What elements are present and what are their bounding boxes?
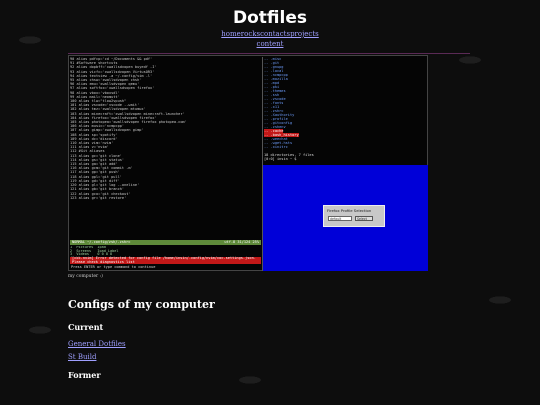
dialog-title: Firefox Profile Selection [327, 208, 372, 213]
page-heading: Configs of my computer [68, 298, 215, 311]
statusline-mode: NORMAL ~/.config/zsh/.zshrc [72, 240, 131, 244]
nav-contacts-link[interactable]: contacts [260, 30, 290, 38]
shell-prompt: [0:0] insin ~ $ [264, 157, 297, 161]
general-dotfiles-link[interactable]: General Dotfiles [68, 340, 126, 348]
select-button-label: Select [357, 217, 367, 221]
nav-content-link[interactable]: content [257, 40, 284, 48]
header-divider [68, 53, 470, 54]
profile-select-value: default [330, 217, 342, 221]
nav-home-link[interactable]: home [221, 30, 241, 38]
right-terminal-tree: -- .misc -- .git -- .gnupg -- .local -- .ncm… [264, 57, 427, 163]
left-terminal-editor: 90 alias pdfcp='cd ~/Documents && pdf' 91… [70, 57, 261, 239]
statusline-position: utf-8 31/124 25% [224, 240, 259, 244]
editor-statusline: NORMAL ~/.config/zsh/.zshrc utf-8 31/124… [70, 240, 261, 245]
profile-selection-dialog: Firefox Profile Selection default Select [323, 205, 385, 227]
current-section-heading: Current [68, 322, 104, 332]
st-build-link[interactable]: St Build [68, 353, 96, 361]
site-title: Dotfiles [233, 8, 307, 28]
screenshot-caption: my computer :) [68, 274, 103, 279]
primary-nav: homerockscontactsprojects [0, 30, 540, 38]
select-button[interactable]: Select [355, 216, 373, 221]
profile-select-field[interactable]: default [328, 216, 352, 221]
editor-line: 123 alias gr='git restore' [70, 195, 127, 200]
secondary-nav: content [0, 40, 540, 48]
nav-projects-link[interactable]: projects [290, 30, 319, 38]
desktop-screenshot: 90 alias pdfcp='cd ~/Documents && pdf' 91… [68, 55, 428, 271]
error-message-bar: [coc.nvim] Error detected for config fil… [70, 256, 261, 264]
nav-rocks-link[interactable]: rocks [241, 30, 260, 38]
error-message-text: [coc.nvim] Error detected for config fil… [72, 256, 256, 264]
former-section-heading: Former [68, 370, 101, 380]
blue-desktop-pane: Firefox Profile Selection default Select [263, 165, 428, 271]
command-line-prompt: Press ENTER or type command to continue [71, 265, 156, 269]
